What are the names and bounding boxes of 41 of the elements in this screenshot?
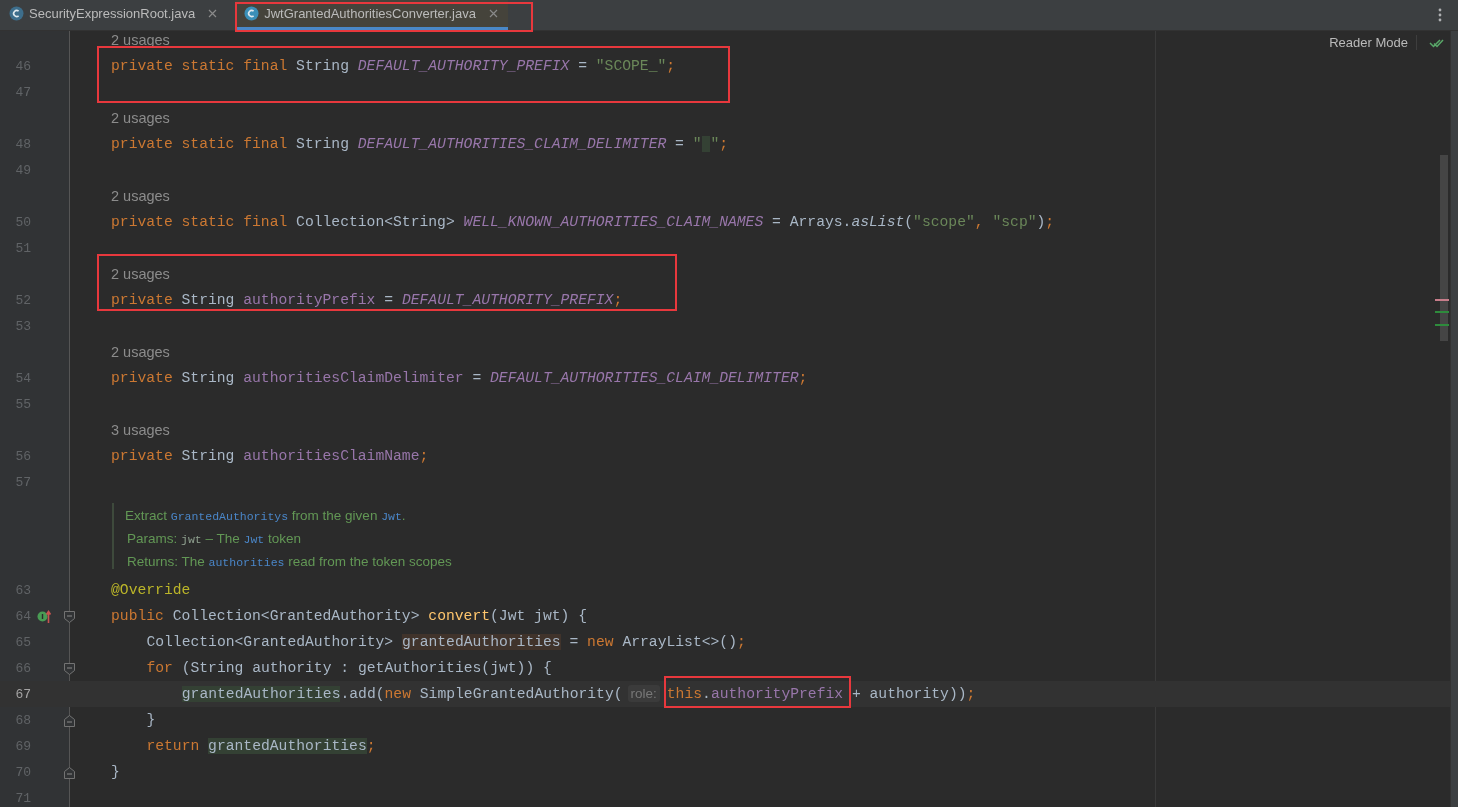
change-marker[interactable] xyxy=(1435,324,1449,326)
code-line: grantedAuthorities.add(new SimpleGrantedAuthority( role: this.authorityPrefix + authority)); xyxy=(181,686,976,702)
implements-icon[interactable] xyxy=(37,608,53,624)
code-line: @Override xyxy=(111,582,191,598)
close-icon[interactable] xyxy=(208,9,218,18)
code-line: public Collection<GrantedAuthority> convert(Jwt jwt) { xyxy=(111,608,587,624)
editor-tab[interactable]: SecurityExpressionRoot.java xyxy=(0,0,228,30)
code-line: } xyxy=(111,764,120,780)
code-line: private static final String DEFAULT_AUTHORITY_PREFIX = "SCOPE_"; xyxy=(111,58,676,74)
doc-line: Returns: The authorities read from the token scopes xyxy=(127,553,452,571)
code-line: private String authoritiesClaimName; xyxy=(111,448,429,464)
usages-hint[interactable]: 2 usages xyxy=(111,266,170,282)
more-icon[interactable] xyxy=(1438,8,1442,22)
scrollbar-thumb[interactable] xyxy=(1440,155,1448,341)
code-line: Collection<GrantedAuthority> grantedAuthorities = new ArrayList<>(); xyxy=(146,634,746,650)
code-line: for (String authority : getAuthorities(jwt)) { xyxy=(146,660,552,676)
usages-hint[interactable]: 2 usages xyxy=(111,110,170,126)
code-line: private static final Collection<String> WELL_KNOWN_AUTHORITIES_CLAIM_NAMES = Arrays.asList("scope", "scp"); xyxy=(111,214,1055,230)
doc-line: Extract GrantedAuthoritys from the given Jwt. xyxy=(125,507,407,525)
fold-icon[interactable] xyxy=(64,663,75,675)
class-icon xyxy=(9,6,24,21)
editor-tab[interactable]: JwtGrantedAuthoritiesConverter.java xyxy=(235,0,508,30)
double-check-icon xyxy=(1429,36,1444,49)
fold-icon[interactable] xyxy=(64,611,75,623)
code-line: } xyxy=(146,712,156,728)
code-line: private String authorityPrefix = DEFAULT_AUTHORITY_PREFIX; xyxy=(111,292,623,308)
reader-mode-button[interactable]: Reader Mode xyxy=(1329,35,1417,50)
usages-hint[interactable]: 2 usages xyxy=(111,32,170,48)
code-line: private static final String DEFAULT_AUTHORITIES_CLAIM_DELIMITER = " "; xyxy=(111,136,729,152)
line-number: 67 xyxy=(14,686,31,702)
fold-end-icon[interactable] xyxy=(64,767,75,779)
fold-end-icon[interactable] xyxy=(64,715,75,727)
change-marker[interactable] xyxy=(1435,311,1449,313)
code-line: private String authoritiesClaimDelimiter = DEFAULT_AUTHORITIES_CLAIM_DELIMITER; xyxy=(111,370,808,386)
usages-hint[interactable]: 3 usages xyxy=(111,422,170,438)
class-icon xyxy=(244,6,260,21)
doc-line: Params: jwt – The Jwt token xyxy=(127,530,302,548)
usages-hint[interactable]: 2 usages xyxy=(111,188,170,204)
change-marker[interactable] xyxy=(1435,299,1449,301)
usages-hint[interactable]: 2 usages xyxy=(111,344,170,360)
close-icon[interactable] xyxy=(488,9,498,18)
